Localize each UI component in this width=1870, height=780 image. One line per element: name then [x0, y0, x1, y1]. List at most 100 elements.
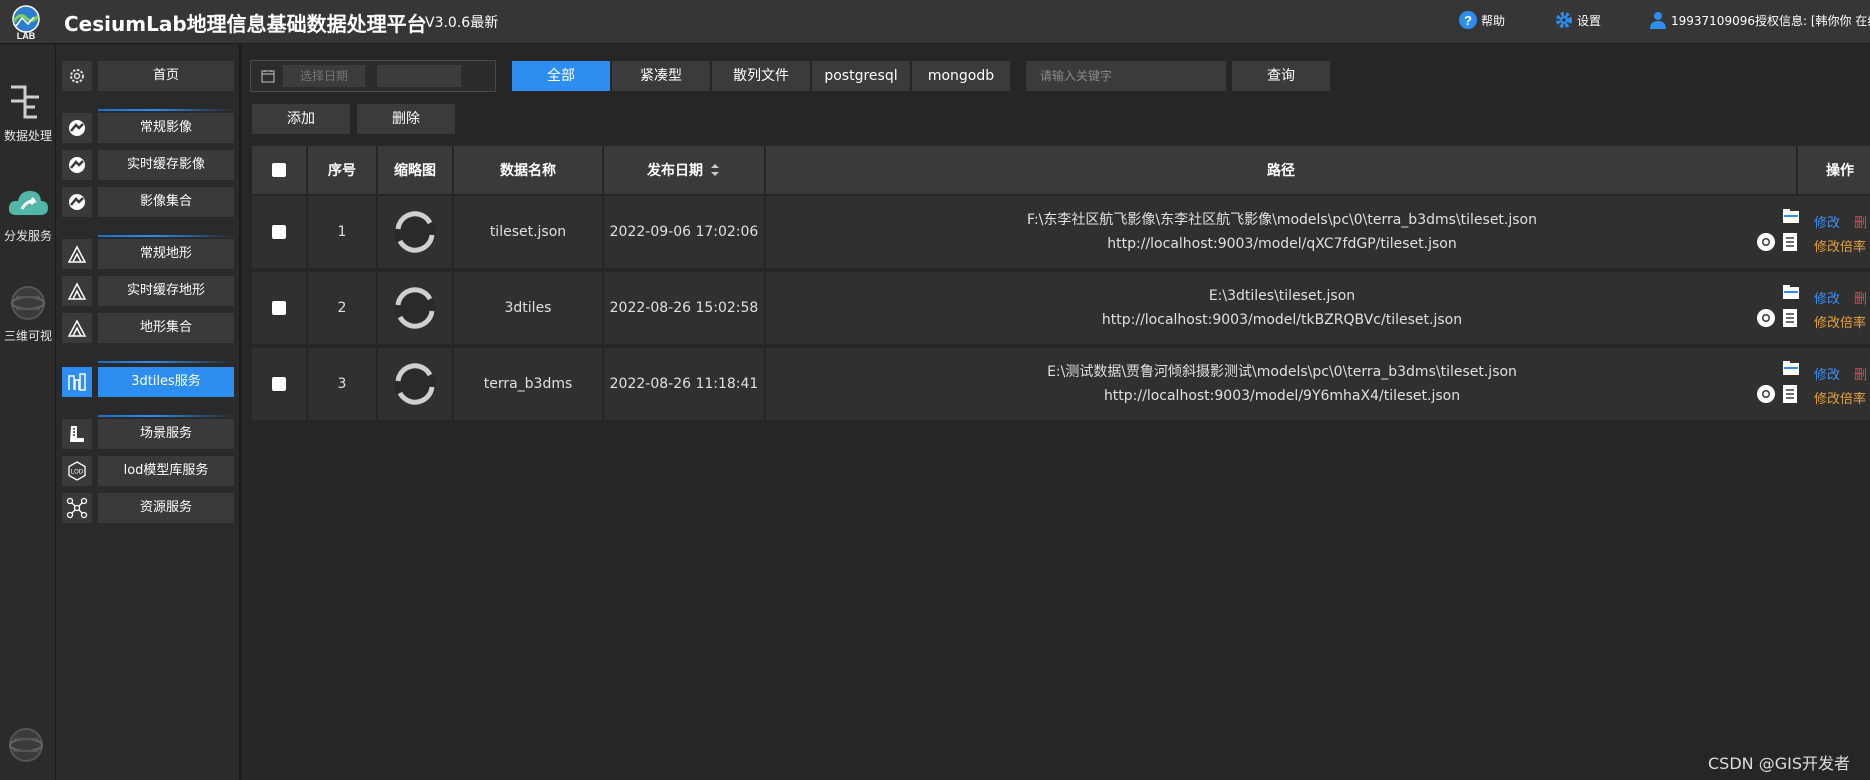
rail-item-distribute[interactable]: 分发服务	[0, 183, 56, 244]
edit-link[interactable]: 修改	[1814, 216, 1840, 231]
data-processing-icon	[11, 85, 39, 119]
user-info[interactable]: 19937109096授权信息: [韩你你 在线	[1648, 10, 1870, 30]
svg-text:?: ?	[1464, 13, 1472, 28]
row-path: E:\测试数据\贾鲁河倾斜摄影测试\models\pc\0\terra_b3dm…	[766, 348, 1798, 420]
nav-separator	[98, 235, 234, 237]
rail-item-label: 分发服务	[3, 229, 52, 243]
row-action-icons	[1752, 360, 1802, 410]
delete-link[interactable]: 删	[1854, 216, 1867, 231]
image-icon	[62, 150, 92, 180]
select-all-checkbox[interactable]	[272, 163, 286, 177]
edit-ratio-link[interactable]: 修改倍率	[1814, 392, 1866, 407]
nav-item-lod[interactable]: LOD lod模型库服务	[62, 456, 234, 486]
query-button[interactable]: 查询	[1232, 61, 1330, 91]
watermark: CSDN @GIS开发者	[1708, 754, 1850, 773]
settings-link[interactable]: 设置	[1554, 10, 1601, 30]
chrome-icon[interactable]	[1756, 384, 1776, 404]
nav-item-resource[interactable]: 资源服务	[62, 493, 234, 523]
col-name: 数据名称	[454, 146, 604, 194]
settings-label: 设置	[1577, 13, 1602, 28]
keyword-search-input[interactable]	[1026, 61, 1226, 91]
app-header: LAB CesiumLab地理信息基础数据处理平台 V3.0.6最新 ? 帮助 …	[0, 0, 1870, 44]
rail-item-data-processing[interactable]: 数据处理	[0, 81, 56, 144]
nav-item-scene[interactable]: 场景服务	[62, 419, 234, 449]
table-row: 1 tileset.json 2022-09-06 17:02:06 F:\东李…	[252, 194, 1870, 268]
row-local-path: E:\3dtiles\tileset.json	[1208, 288, 1356, 304]
row-index: 3	[308, 348, 378, 420]
rail-item-label: 三维可视	[3, 329, 52, 343]
folder-icon[interactable]	[1782, 360, 1800, 376]
nav-separator	[98, 109, 234, 111]
sort-icon	[711, 164, 719, 176]
tiles-icon	[62, 367, 92, 397]
edit-ratio-link[interactable]: 修改倍率	[1814, 316, 1866, 331]
image-icon	[62, 187, 92, 217]
document-icon[interactable]	[1782, 308, 1798, 328]
col-path: 路径	[766, 146, 1798, 194]
help-label: 帮助	[1481, 13, 1506, 28]
delete-link[interactable]: 删	[1854, 368, 1867, 383]
row-url[interactable]: http://localhost:9003/model/9Y6mhaX4/til…	[1104, 384, 1460, 408]
row-thumbnail	[378, 272, 454, 344]
nav-item-cached-terrain[interactable]: 实时缓存地形	[62, 276, 234, 306]
row-action-icons	[1752, 208, 1802, 258]
folder-icon[interactable]	[1782, 284, 1800, 300]
row-date: 2022-08-26 11:18:41	[604, 348, 766, 420]
rail-item-3d-view[interactable]: 三维可视	[0, 283, 56, 344]
nav-item-imagery-collection[interactable]: 影像集合	[62, 187, 234, 217]
delete-button[interactable]: 删除	[357, 104, 455, 134]
start-date-input[interactable]	[283, 65, 365, 87]
chrome-icon[interactable]	[1756, 308, 1776, 328]
nav-item-3dtiles[interactable]: 3dtiles服务	[62, 367, 234, 397]
delete-link[interactable]: 删	[1854, 292, 1867, 307]
nav-item-regular-terrain[interactable]: 常规地形	[62, 239, 234, 269]
terrain-icon	[62, 313, 92, 343]
chrome-icon[interactable]	[1756, 232, 1776, 252]
svg-text:LAB: LAB	[17, 31, 36, 40]
terrain-icon	[62, 239, 92, 269]
row-url[interactable]: http://localhost:9003/model/tkBZRQBVc/ti…	[1102, 308, 1462, 332]
rail-item-label: 数据处理	[3, 129, 52, 143]
edit-link[interactable]: 修改	[1814, 292, 1840, 307]
nav-separator	[98, 361, 234, 363]
document-icon[interactable]	[1782, 232, 1798, 252]
tab-postgresql[interactable]: postgresql	[812, 61, 910, 91]
tab-mongodb[interactable]: mongodb	[912, 61, 1010, 91]
network-icon	[62, 493, 92, 523]
end-date-input[interactable]	[377, 65, 461, 87]
row-url[interactable]: http://localhost:9003/model/qXC7fdGP/til…	[1107, 232, 1456, 256]
row-op-links: 修改删 修改倍率	[1814, 212, 1867, 260]
folder-icon[interactable]	[1782, 208, 1800, 224]
terrain-icon	[62, 276, 92, 306]
nav-separator	[98, 415, 234, 417]
row-thumbnail	[378, 196, 454, 268]
image-icon	[62, 113, 92, 143]
tab-hash-files[interactable]: 散列文件	[712, 61, 810, 91]
row-name: 3dtiles	[454, 272, 604, 344]
module-rail: 数据处理 分发服务 三维可视	[0, 45, 56, 780]
app-version: V3.0.6最新	[425, 15, 499, 31]
col-date[interactable]: 发布日期	[604, 146, 766, 194]
edit-link[interactable]: 修改	[1814, 368, 1840, 383]
row-checkbox[interactable]	[272, 301, 286, 315]
help-icon: ?	[1459, 11, 1477, 29]
svg-text:LOD: LOD	[71, 470, 84, 476]
add-button[interactable]: 添加	[252, 104, 350, 134]
nav-item-home[interactable]: 首页	[62, 61, 234, 91]
cloud-distribute-icon	[8, 191, 48, 215]
date-range-picker[interactable]	[250, 60, 496, 92]
edit-ratio-link[interactable]: 修改倍率	[1814, 240, 1866, 255]
user-icon	[1650, 12, 1666, 29]
row-index: 1	[308, 196, 378, 268]
tab-compact[interactable]: 紧凑型	[612, 61, 710, 91]
lod-icon: LOD	[62, 456, 92, 486]
globe-logo-icon	[9, 728, 43, 762]
nav-item-cached-imagery[interactable]: 实时缓存影像	[62, 150, 234, 180]
nav-item-terrain-collection[interactable]: 地形集合	[62, 313, 234, 343]
tab-all[interactable]: 全部	[512, 61, 610, 91]
document-icon[interactable]	[1782, 384, 1798, 404]
help-link[interactable]: ? 帮助	[1458, 10, 1505, 30]
row-checkbox[interactable]	[272, 225, 286, 239]
row-checkbox[interactable]	[272, 377, 286, 391]
nav-item-regular-imagery[interactable]: 常规影像	[62, 113, 234, 143]
